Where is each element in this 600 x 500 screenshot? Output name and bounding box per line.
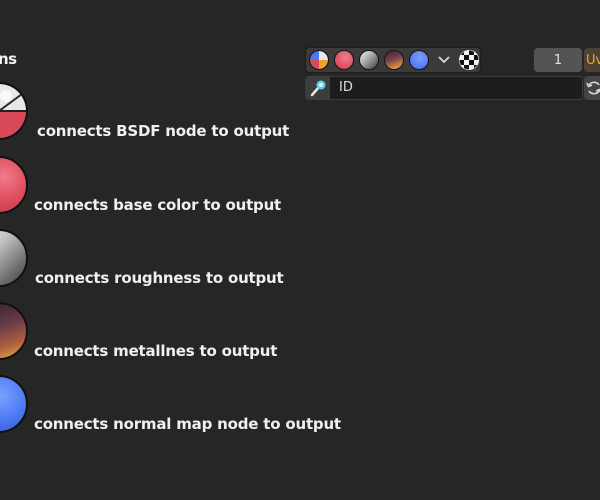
item-label: connects metallnes to output — [34, 342, 278, 360]
list-item: connects normal map node to output — [0, 373, 341, 433]
search-value: ID — [339, 80, 353, 95]
metal-sphere-icon — [0, 302, 28, 360]
section-title-fragment: ns — [0, 50, 17, 68]
list-item: connects base color to output — [0, 154, 340, 214]
refresh-icon[interactable] — [584, 76, 600, 100]
item-label: connects roughness to output — [35, 269, 284, 287]
bsdf-preview-button[interactable] — [309, 50, 329, 70]
base-color-button[interactable] — [334, 50, 354, 70]
shader-preview-panel: ns connects BSDF node to output connects… — [0, 0, 600, 500]
red-sphere-icon — [0, 156, 28, 214]
list-item: connects BSDF node to output — [0, 80, 340, 140]
blue-sphere-icon — [0, 375, 28, 433]
checker-icon[interactable] — [459, 50, 479, 70]
item-label: connects base color to output — [34, 196, 282, 214]
item-label: connects BSDF node to output — [37, 122, 290, 140]
bsdf-sphere-icon — [310, 51, 328, 69]
frame-number-field[interactable]: 1 — [534, 48, 582, 72]
eyedropper-icon[interactable] — [306, 77, 330, 99]
search-input[interactable]: ID — [305, 76, 583, 100]
list-item: connects metallnes to output — [0, 300, 340, 360]
roughness-button[interactable] — [359, 50, 379, 70]
item-label: connects normal map node to output — [34, 415, 341, 433]
metallic-button[interactable] — [384, 50, 404, 70]
gray-sphere-icon — [0, 229, 28, 287]
chevron-down-icon[interactable] — [434, 50, 454, 70]
uv-tab[interactable]: Uv — [584, 48, 600, 72]
bsdf-sphere-icon — [0, 82, 28, 140]
list-item: connects roughness to output — [0, 227, 340, 287]
normal-button[interactable] — [409, 50, 429, 70]
preview-mode-toolbar — [305, 47, 481, 73]
